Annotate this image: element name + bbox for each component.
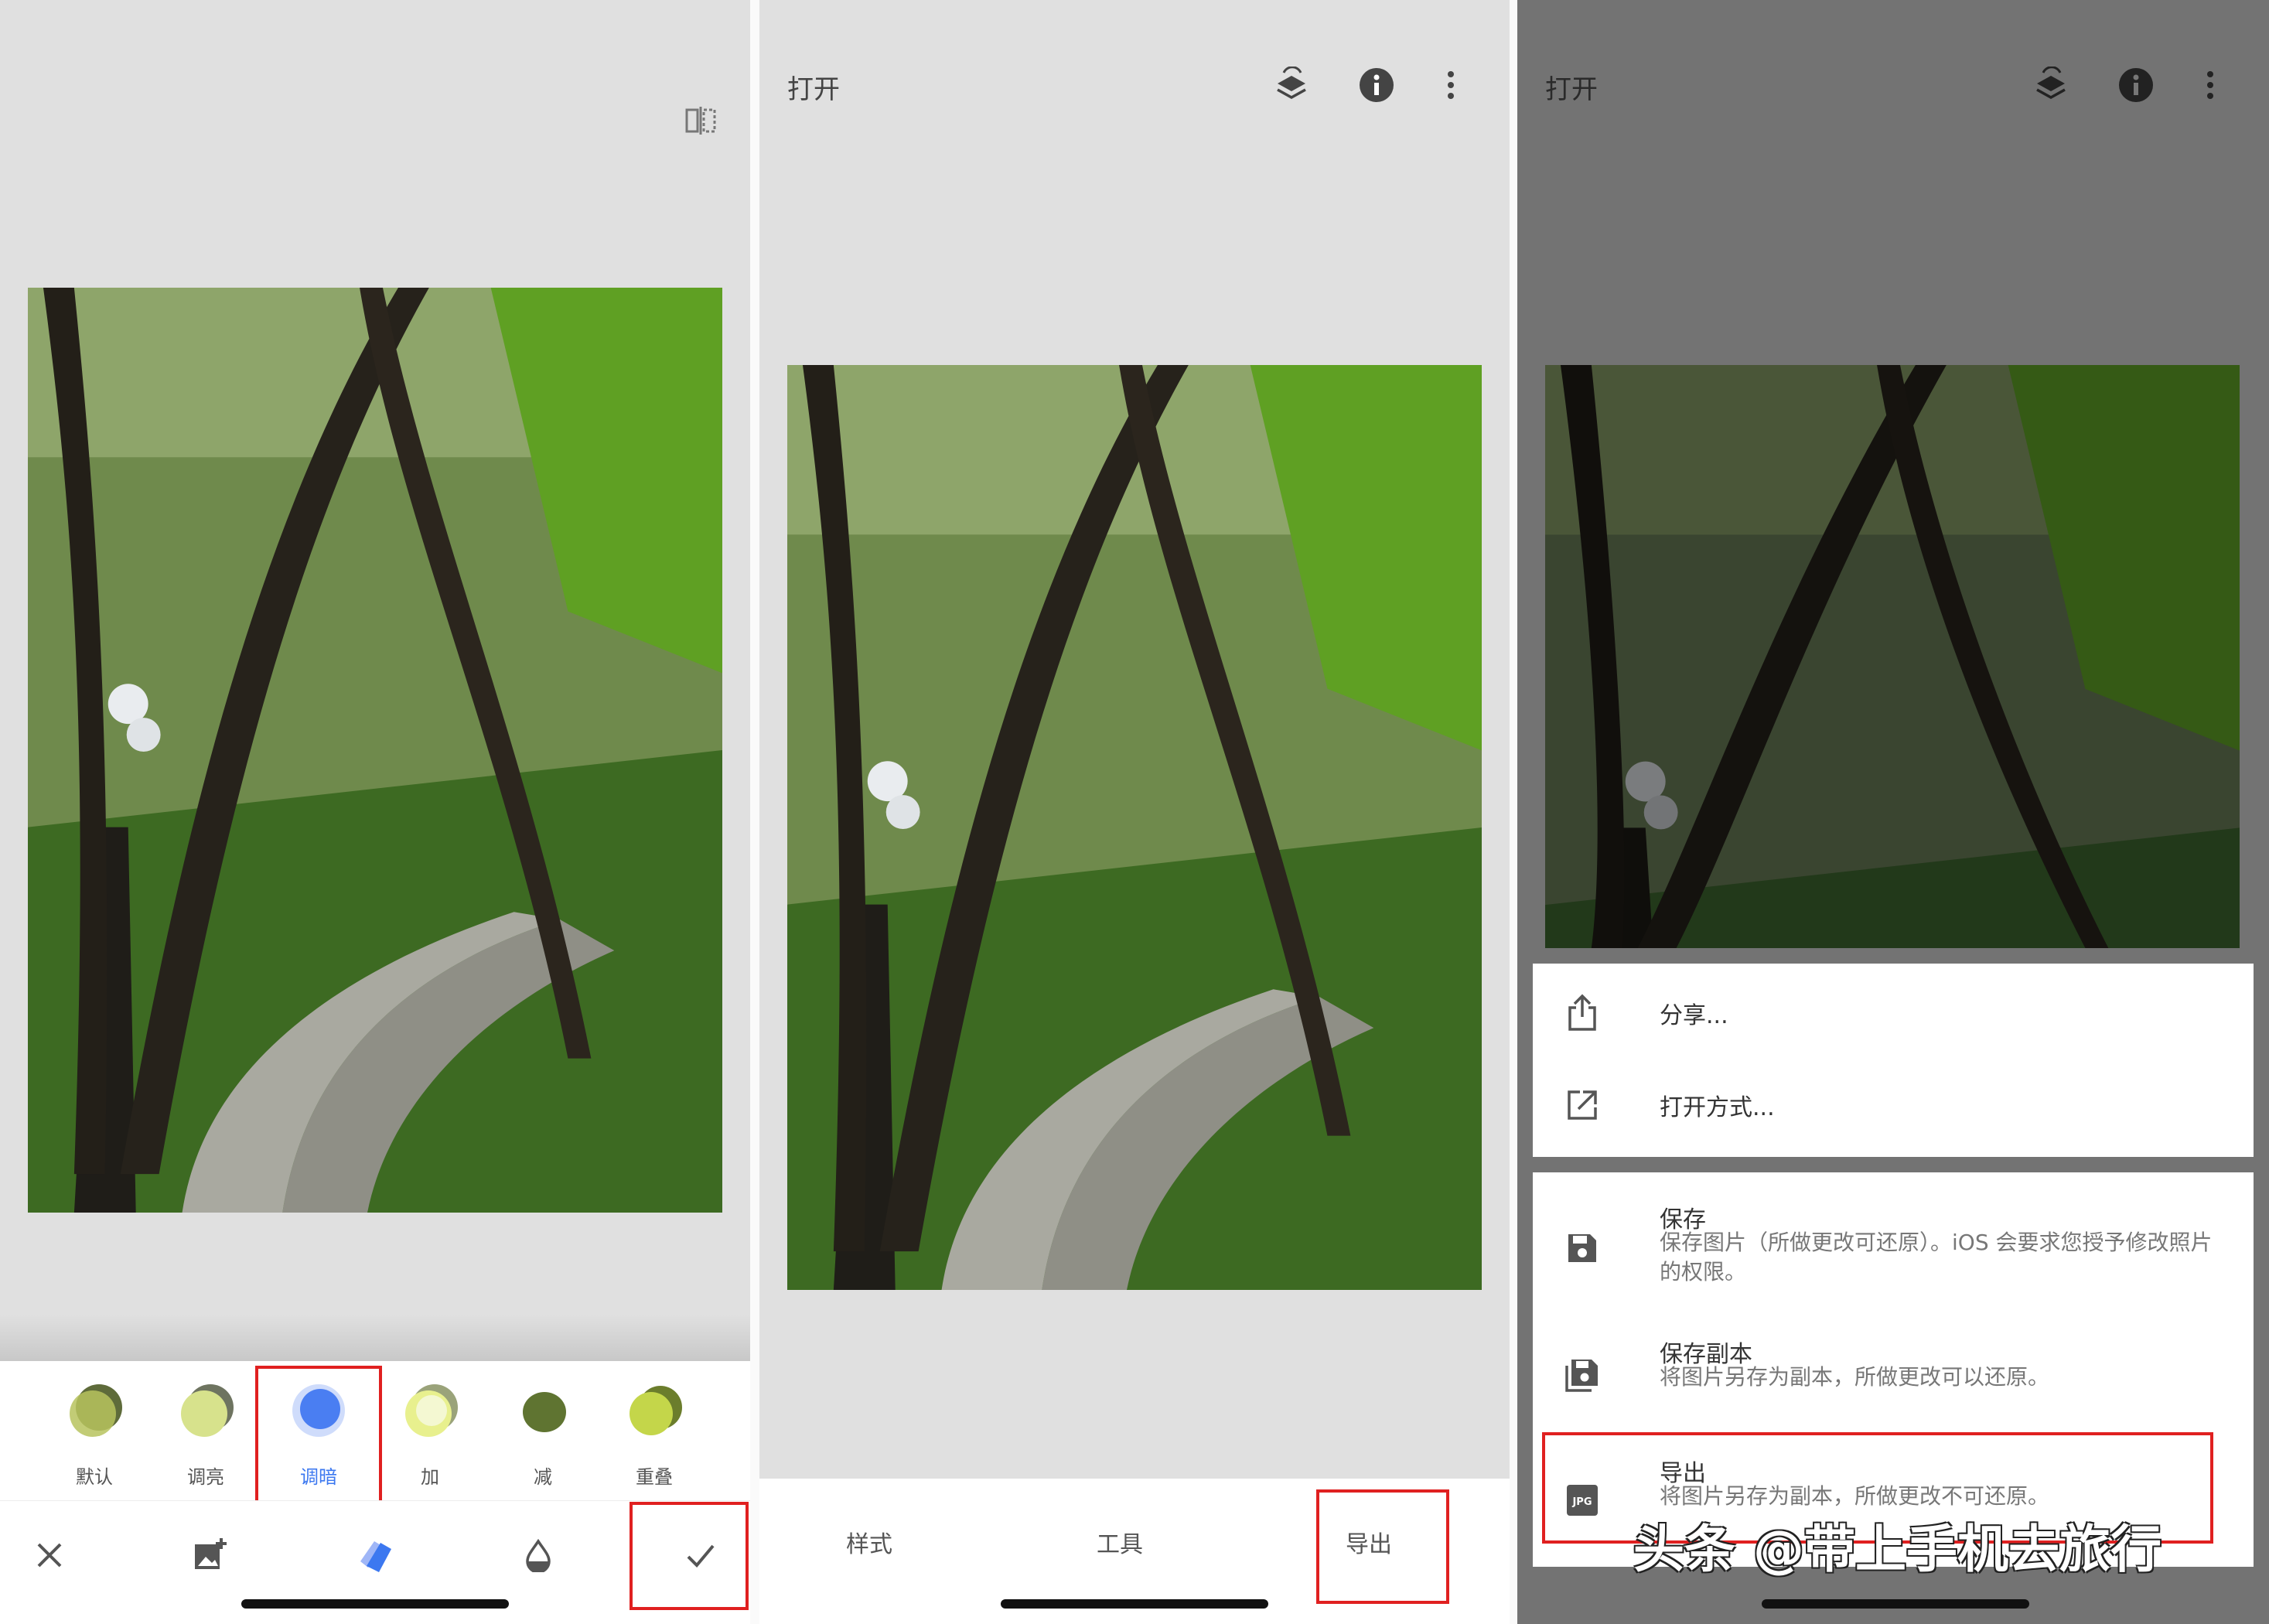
photo-preview [28, 288, 722, 1213]
photo-preview [1545, 365, 2240, 948]
panel-divider [750, 0, 759, 1624]
blend-label: 默认 [76, 1466, 113, 1488]
save-copy-icon [1561, 1353, 1604, 1397]
save-icon [1561, 1227, 1604, 1270]
tab-styles[interactable]: 样式 [807, 1525, 931, 1559]
info-icon[interactable] [2116, 65, 2156, 105]
share-icon [1561, 991, 1604, 1035]
open-with-icon [1561, 1083, 1604, 1127]
open-with-label: 打开方式... [1660, 1094, 1775, 1121]
blend-label: 重叠 [636, 1466, 673, 1488]
layers-undo-icon[interactable] [1271, 65, 1312, 105]
share-row[interactable]: 分享... [1533, 964, 2254, 1060]
save-copy-subtitle: 将图片另存为副本，所做更改可以还原。 [1660, 1364, 2050, 1390]
highlight-box [255, 1366, 382, 1508]
strip-shadow [0, 1315, 750, 1361]
open-title[interactable]: 打开 [787, 68, 840, 106]
edit-panel: 默认 调亮 调暗 加 减 重叠 [0, 0, 750, 1624]
save-copy-row[interactable]: 保存副本 将图片另存为副本，所做更改可以还原。 [1533, 1319, 2254, 1428]
blend-label: 减 [534, 1466, 552, 1488]
highlight-box [630, 1502, 749, 1610]
info-icon[interactable] [1356, 65, 1397, 105]
blend-label: 调亮 [187, 1466, 224, 1488]
opacity-icon[interactable] [515, 1532, 561, 1578]
blend-subtract[interactable]: 减 [496, 1377, 589, 1488]
home-indicator [241, 1599, 509, 1609]
forest-path-photo [787, 365, 1482, 1290]
forest-path-photo [28, 288, 722, 1213]
styles-icon[interactable] [353, 1532, 399, 1578]
open-title[interactable]: 打开 [1545, 68, 1598, 106]
save-row[interactable]: 保存 保存图片（所做更改可还原）。iOS 会要求您授予修改照片的权限。 [1533, 1172, 2254, 1312]
open-with-row[interactable]: 打开方式... [1533, 1060, 2254, 1157]
add-image-icon[interactable] [187, 1532, 234, 1578]
main-panel: 打开 样式 工具 导出 [759, 0, 1510, 1624]
blend-add[interactable]: 加 [384, 1377, 476, 1488]
share-label: 分享... [1660, 1002, 1728, 1029]
more-icon[interactable] [2190, 65, 2230, 105]
home-indicator [1001, 1599, 1268, 1609]
watermark: 头条 @带上手机去旅行 [1633, 1520, 2162, 1579]
close-icon[interactable] [26, 1532, 73, 1578]
highlight-box [1316, 1489, 1449, 1604]
blend-default[interactable]: 默认 [48, 1377, 141, 1488]
panel-divider [1510, 0, 1517, 1624]
layers-undo-icon[interactable] [2031, 65, 2071, 105]
more-icon[interactable] [1431, 65, 1471, 105]
save-subtitle: 保存图片（所做更改可还原）。iOS 会要求您授予修改照片的权限。 [1660, 1230, 2213, 1285]
export-sheet-panel: 打开 分享... 打开方式... 保存 保存图片（所做更改可还原）。iOS 会要… [1517, 0, 2269, 1624]
photo-preview [787, 365, 1482, 1290]
compare-icon[interactable] [681, 101, 721, 141]
share-card: 分享... 打开方式... [1533, 964, 2254, 1157]
home-indicator [1762, 1599, 2029, 1609]
forest-path-photo-dimmed [1545, 365, 2240, 948]
blend-lighten[interactable]: 调亮 [159, 1377, 252, 1488]
blend-overlay[interactable]: 重叠 [608, 1377, 701, 1488]
tab-tools[interactable]: 工具 [1058, 1525, 1182, 1559]
blend-label: 加 [421, 1466, 439, 1488]
